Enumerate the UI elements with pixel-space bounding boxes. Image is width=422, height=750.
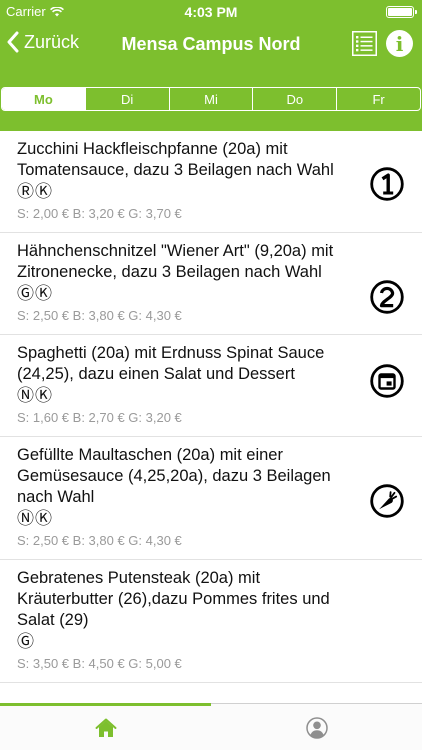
- meal-item[interactable]: Gefüllte Maultaschen (20a) mit einer Gem…: [0, 437, 422, 560]
- meal-allergen-marks: ⓇⓀ: [17, 182, 53, 201]
- battery-icon: [386, 6, 417, 18]
- tab-bar: [0, 703, 422, 750]
- day-tab-mo[interactable]: Mo: [2, 88, 85, 110]
- status-time: 4:03 PM: [184, 4, 238, 20]
- meal-allergen-marks: ⓃⓀ: [17, 509, 53, 528]
- menu-number-2-icon: [370, 280, 404, 314]
- navigation-bar: Zurück Mensa Campus Nord i: [0, 24, 422, 68]
- meal-name: Zucchini Hackfleischpfanne (20a) mit Tom…: [17, 140, 334, 179]
- meal-price: S: 2,50 € B: 3,80 € G: 4,30 €: [17, 308, 182, 323]
- chevron-left-icon: [7, 31, 19, 53]
- day-tab-mi[interactable]: Mi: [168, 88, 253, 110]
- meal-price: S: 2,00 € B: 3,20 € G: 3,70 €: [17, 206, 182, 221]
- meal-price: S: 3,50 € B: 4,50 € G: 5,00 €: [17, 656, 182, 671]
- vegetarian-carrot-icon: [370, 484, 404, 518]
- meal-name: Spaghetti (20a) mit Erdnuss Spinat Sauce…: [17, 344, 325, 383]
- back-button[interactable]: Zurück: [6, 31, 79, 53]
- meal-list: Zucchini Hackfleischpfanne (20a) mit Tom…: [0, 131, 422, 704]
- day-tab-di[interactable]: Di: [84, 88, 169, 110]
- tab-home[interactable]: [0, 704, 211, 750]
- meal-item[interactable]: Spaghetti (20a) mit Erdnuss Spinat Sauce…: [0, 335, 422, 437]
- meal-name: Gebratenes Putensteak (20a) mit Kräuterb…: [17, 569, 330, 629]
- meal-name: Gefüllte Maultaschen (20a) mit einer Gem…: [17, 446, 331, 506]
- meal-item[interactable]: Zucchini Hackfleischpfanne (20a) mit Tom…: [0, 131, 422, 233]
- meal-allergen-marks: ⓃⓀ: [17, 386, 53, 405]
- meal-price: S: 2,50 € B: 3,80 € G: 4,30 €: [17, 533, 182, 548]
- info-button[interactable]: i: [386, 30, 413, 57]
- menu-number-1-icon: [370, 167, 404, 201]
- info-icon: i: [395, 31, 404, 56]
- meal-item[interactable]: Hähnchenschnitzel "Wiener Art" (9,20a) m…: [0, 233, 422, 335]
- meal-price: S: 1,60 € B: 2,70 € G: 3,20 €: [17, 410, 182, 425]
- weekday-selector: Mo Di Mi Do Fr: [1, 87, 421, 111]
- list-view-icon[interactable]: [352, 31, 377, 56]
- tab-profile[interactable]: [211, 704, 422, 750]
- daily-special-icon: [370, 364, 404, 398]
- meal-allergen-marks: Ⓖ: [17, 632, 35, 651]
- profile-icon: [305, 716, 328, 739]
- meal-item[interactable]: Gebratenes Putensteak (20a) mit Kräuterb…: [0, 560, 422, 683]
- day-tab-fr[interactable]: Fr: [336, 88, 420, 110]
- back-button-label: Zurück: [24, 31, 80, 52]
- home-icon: [95, 718, 116, 737]
- status-bar: Carrier 4:03 PM: [0, 0, 422, 24]
- meal-allergen-marks: ⒼⓀ: [17, 284, 53, 303]
- meal-name: Hähnchenschnitzel "Wiener Art" (9,20a) m…: [17, 242, 334, 281]
- day-tab-do[interactable]: Do: [252, 88, 336, 110]
